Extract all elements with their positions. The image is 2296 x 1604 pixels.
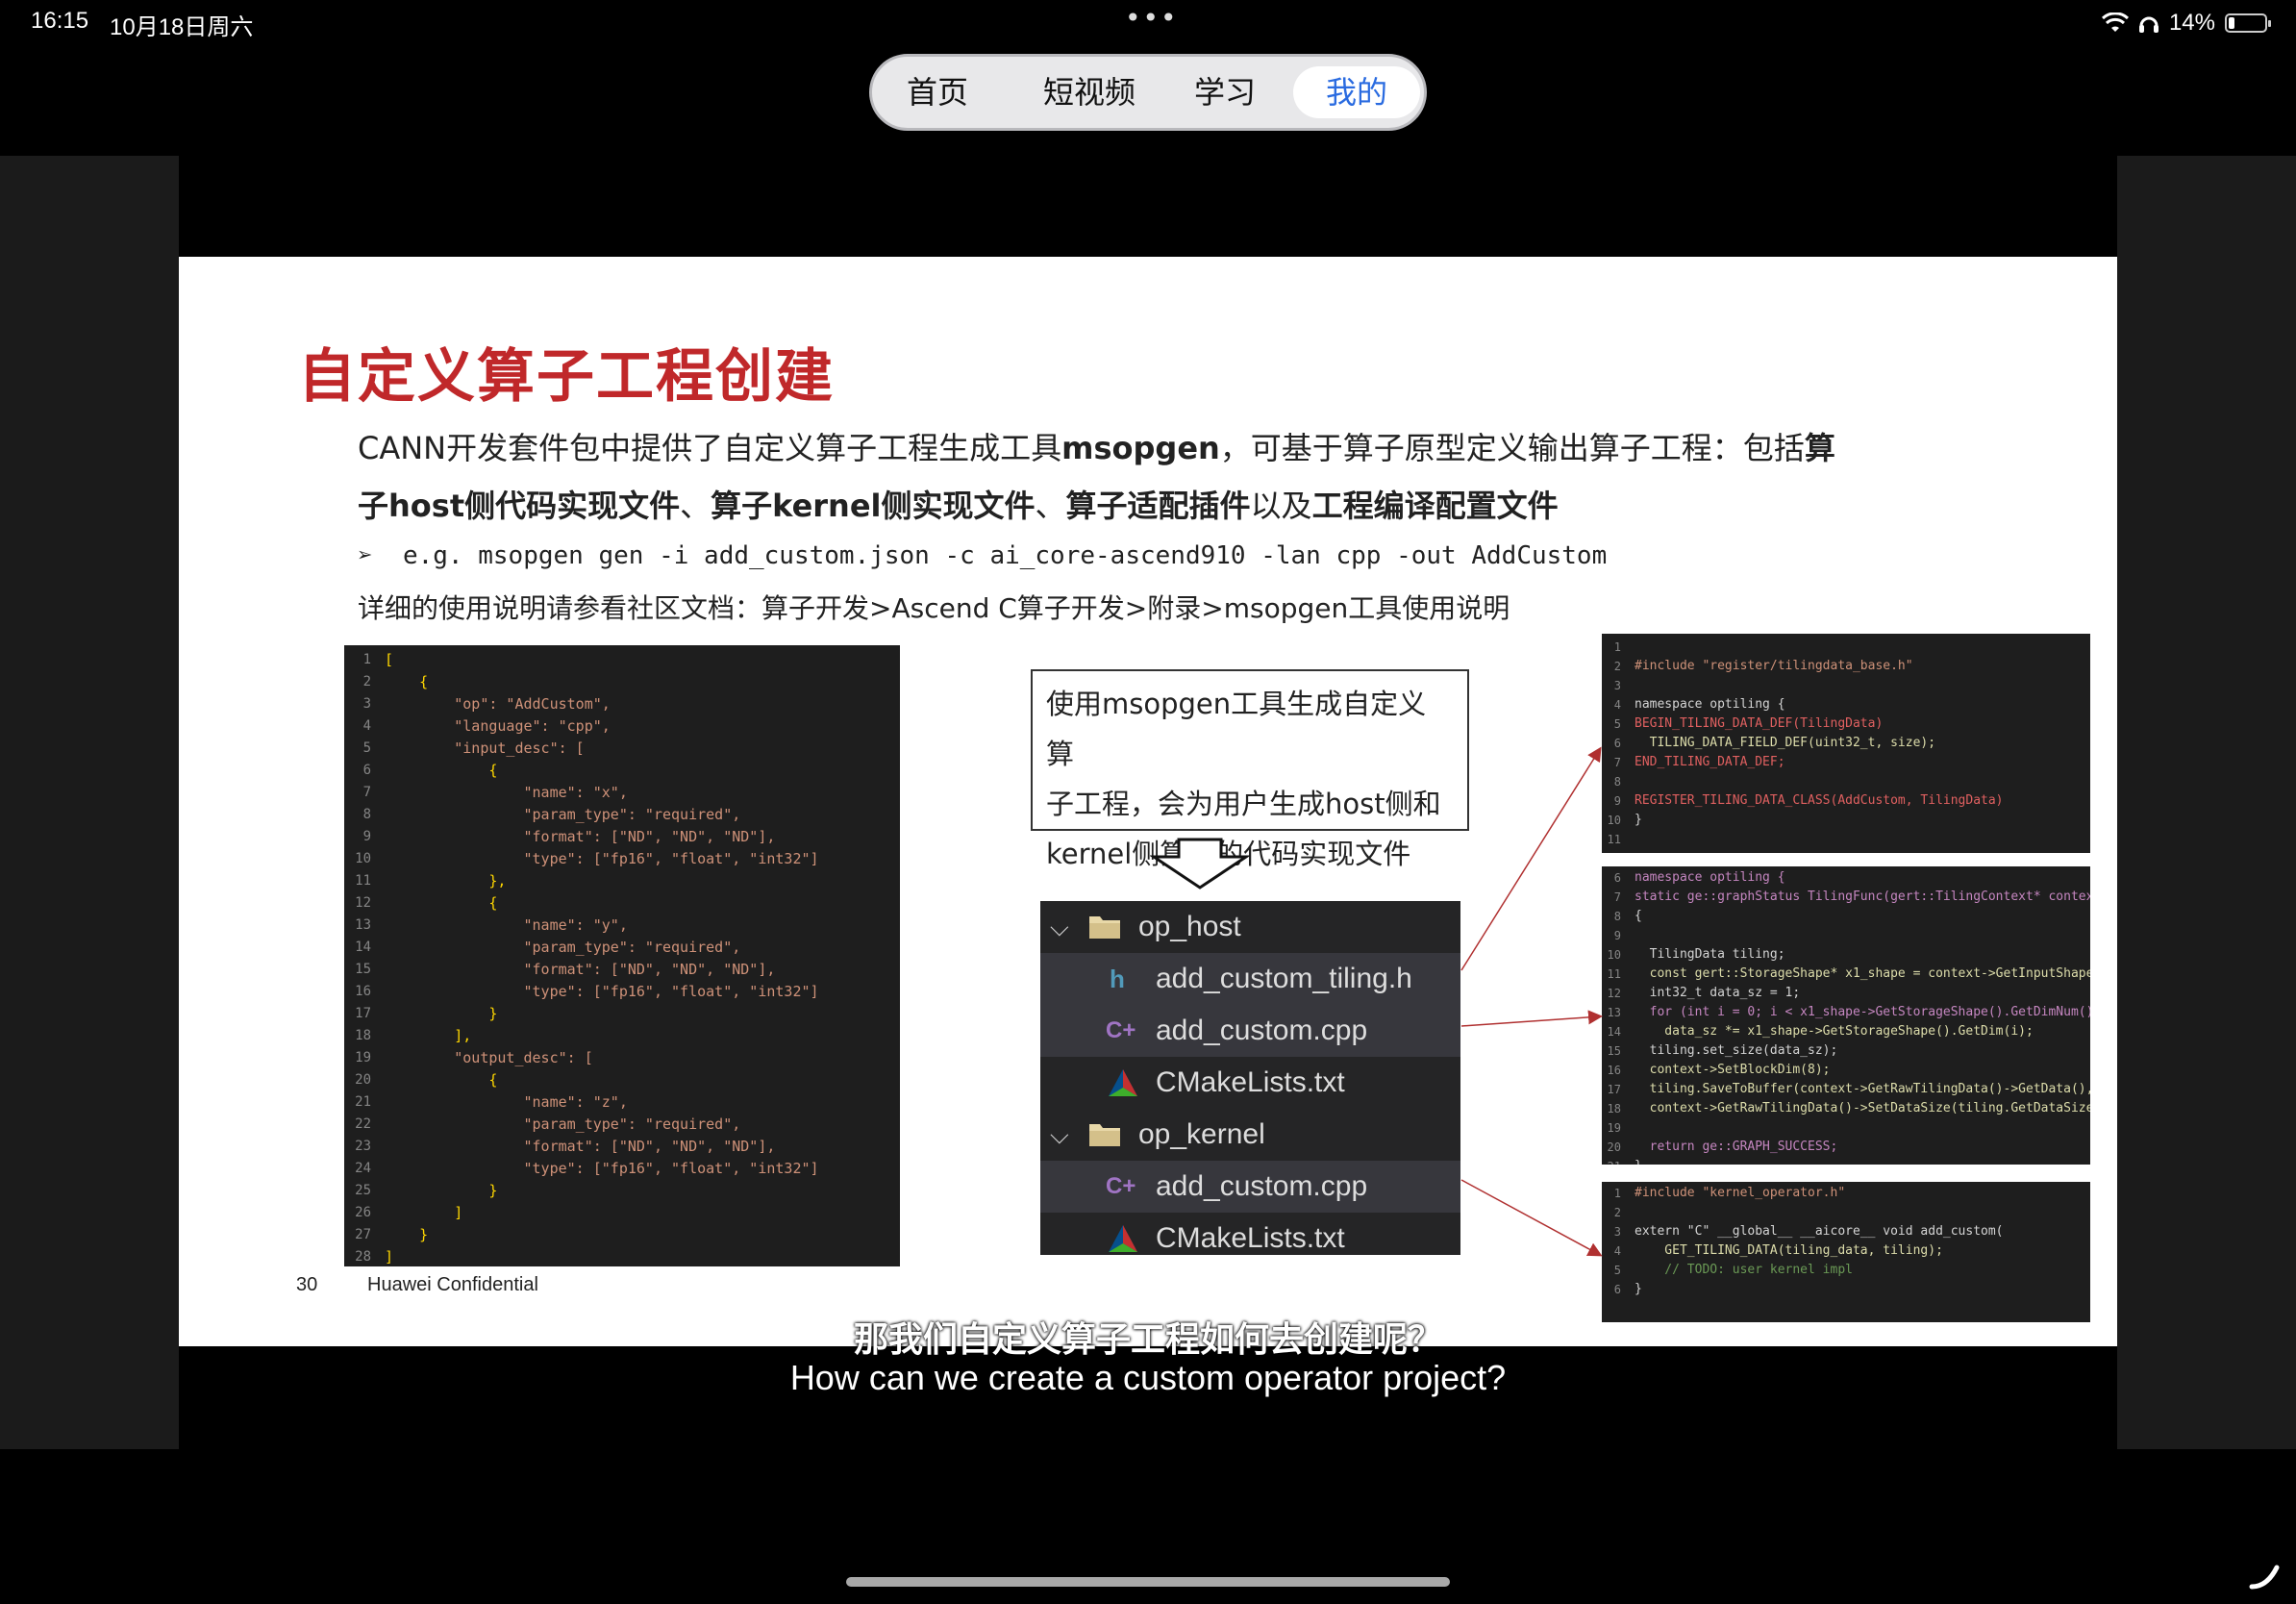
subtitle-chinese: 那我们自定义算子工程如何去创建呢？ xyxy=(853,1320,1442,1360)
tab-home[interactable]: 首页 xyxy=(889,66,986,118)
multitask-dots-icon[interactable]: ••• xyxy=(1125,2,1179,34)
slide-page-number: 30 xyxy=(296,1274,318,1295)
connector-arrows xyxy=(1460,746,1603,1257)
top-tab-bar: 首页 短视频 学习 我的 xyxy=(869,54,1427,131)
wifi-icon xyxy=(2101,13,2129,32)
home-indicator[interactable] xyxy=(846,1577,1450,1587)
rotate-icon[interactable] xyxy=(2248,1558,2283,1592)
tab-study[interactable]: 学习 xyxy=(1176,66,1274,118)
slide-footer-confidential: Huawei Confidential xyxy=(367,1274,538,1295)
status-date: 10月18日周六 xyxy=(110,14,254,40)
tab-mine[interactable]: 我的 xyxy=(1293,66,1420,118)
battery-icon xyxy=(2225,13,2271,33)
battery-percent: 14% xyxy=(2168,10,2215,36)
slide: 自定义算子工程创建 CANN开发套件包中提供了自定义算子工程生成工具msopge… xyxy=(179,257,2117,1346)
status-time: 16:15 xyxy=(31,8,89,34)
headphones-icon xyxy=(2138,16,2159,33)
tab-short-video[interactable]: 短视频 xyxy=(1024,66,1155,118)
status-bar: 16:15 10月18日周六 ••• 14% xyxy=(0,0,2296,46)
subtitle-english: How can we create a custom operator proj… xyxy=(789,1358,1507,1397)
status-right: 14% xyxy=(2101,8,2271,38)
